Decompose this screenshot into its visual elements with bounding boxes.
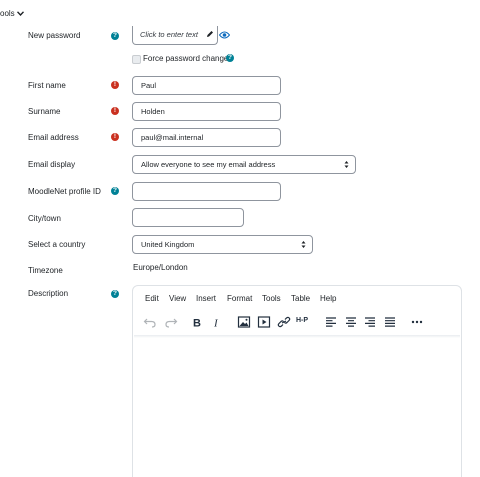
country-label: Select a country (28, 240, 86, 249)
timezone-value: Europe/London (133, 263, 188, 272)
undo-icon[interactable] (143, 316, 157, 328)
bold-icon[interactable]: B (190, 316, 204, 329)
city-input[interactable] (132, 208, 244, 227)
h5p-icon[interactable]: H-P (296, 317, 308, 324)
new-password-placeholder: Click to enter text (140, 30, 198, 39)
editor-menu-view[interactable]: View (169, 294, 186, 303)
description-editor[interactable] (132, 285, 462, 477)
moodlenet-label: MoodleNet profile ID (28, 187, 101, 196)
align-right-icon[interactable] (363, 316, 377, 328)
first-name-input[interactable]: Paul (132, 76, 281, 95)
svg-text:I: I (213, 318, 219, 329)
more-icon[interactable] (410, 316, 424, 328)
help-icon[interactable]: ? (111, 290, 119, 298)
editor-menu-edit[interactable]: Edit (145, 294, 159, 303)
editor-menu-table[interactable]: Table (291, 294, 310, 303)
surname-input[interactable]: Holden (132, 102, 281, 121)
redo-icon[interactable] (164, 316, 178, 328)
align-justify-icon[interactable] (383, 316, 397, 328)
required-icon: ! (111, 133, 119, 141)
pencil-icon (207, 31, 213, 37)
align-left-icon[interactable] (324, 316, 338, 328)
email-label: Email address (28, 133, 79, 142)
new-password-label: New password (28, 31, 81, 40)
svg-text:B: B (193, 318, 201, 329)
chevron-down-icon (16, 11, 24, 17)
surname-label: Surname (28, 107, 61, 116)
align-center-icon[interactable] (344, 316, 358, 328)
timezone-label: Timezone (28, 266, 63, 275)
moodlenet-input[interactable] (132, 182, 281, 201)
help-icon[interactable]: ? (111, 187, 119, 195)
image-icon[interactable] (237, 316, 251, 328)
city-label: City/town (28, 214, 61, 223)
media-icon[interactable] (257, 316, 271, 328)
select-caret-icon (344, 161, 349, 168)
help-icon[interactable]: ? (226, 54, 234, 62)
link-icon[interactable] (277, 316, 291, 328)
italic-icon[interactable]: I (210, 316, 224, 329)
email-display-label: Email display (28, 160, 76, 169)
force-password-checkbox[interactable] (132, 55, 141, 64)
editor-menu-help[interactable]: Help (320, 294, 336, 303)
first-name-label: First name (28, 81, 66, 90)
editor-menu-format[interactable]: Format (227, 294, 252, 303)
description-label: Description (28, 289, 69, 298)
email-display-value: Allow everyone to see my email address (141, 160, 276, 169)
tools-menu[interactable]: ools (0, 9, 24, 18)
select-caret-icon (301, 241, 306, 248)
country-value: United Kingdom (141, 240, 195, 249)
force-password-label: Force password change (143, 54, 229, 63)
help-icon[interactable]: ? (111, 32, 119, 40)
eye-icon[interactable] (219, 31, 230, 39)
country-select[interactable]: United Kingdom (132, 235, 313, 254)
editor-header-shadow (134, 335, 460, 338)
email-display-select[interactable]: Allow everyone to see my email address (132, 155, 356, 174)
required-icon: ! (111, 81, 119, 89)
email-input[interactable]: paul@mail.internal (132, 128, 281, 147)
tools-menu-label: ools (0, 9, 15, 18)
editor-menu-insert[interactable]: Insert (196, 294, 216, 303)
required-icon: ! (111, 107, 119, 115)
new-password-field[interactable]: Click to enter text (132, 26, 218, 45)
editor-menu-tools[interactable]: Tools (262, 294, 281, 303)
